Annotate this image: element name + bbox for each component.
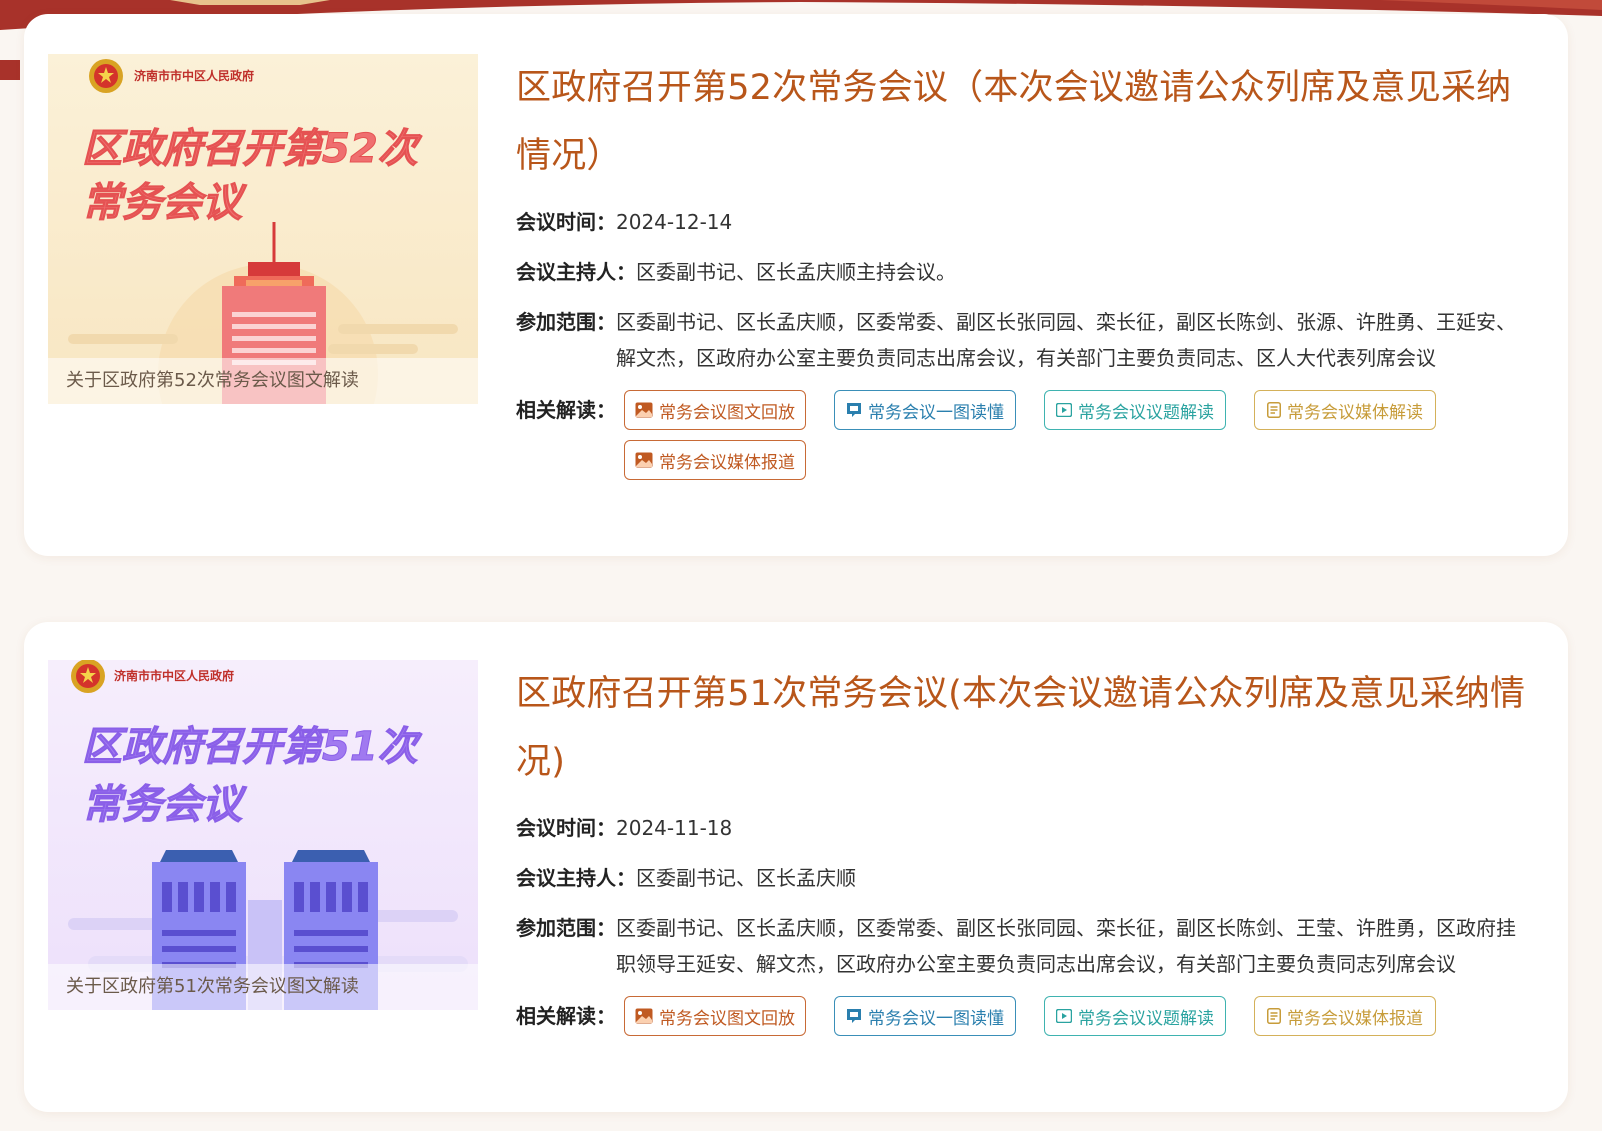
replay-button[interactable]: 常务会议图文回放 [624,390,806,430]
meeting-title-link[interactable]: 区政府召开第51次常务会议(本次会议邀请公众列席及意见采纳情况) [516,660,1546,796]
picture-chat-icon [847,403,861,417]
meeting-host-value: 区委副书记、区长孟庆顺主持会议。 [636,260,956,284]
meeting-title-link[interactable]: 区政府召开第52次常务会议（本次会议邀请公众列席及意见采纳情况） [516,54,1546,190]
related-links-row: 相关解读： 常务会议图文回放 常务会议一图读懂 常务会议议题解读 常务会议媒体报… [516,996,1546,1036]
thumb-headline-line2: 常务会议 [82,180,247,226]
replay-button[interactable]: 常务会议图文回放 [624,996,806,1036]
related-links-label: 相关解读： [516,398,616,422]
meeting-card[interactable]: 济南市市中区人民政府 区政府召开第51次 常务会议 关于区政府第51次常务会议图… [24,622,1568,1112]
media-report-button[interactable]: 常务会议媒体报道 [624,440,806,480]
thumb-headline-line1: 区政府召开第52次 [82,126,423,172]
image-icon [635,402,653,418]
video-icon [1056,1009,1072,1023]
button-label: 常务会议议题解读 [1078,402,1214,423]
meeting-time-label: 会议时间： [516,210,616,234]
meeting-host-label: 会议主持人： [516,866,636,890]
meeting-time-value: 2024-12-14 [616,210,733,234]
button-label: 常务会议图文回放 [659,1008,795,1029]
meeting-host-row: 会议主持人： 区委副书记、区长孟庆顺 [516,860,1546,896]
thumb-caption: 关于区政府第51次常务会议图文解读 [48,964,478,1010]
video-icon [1056,403,1072,417]
meeting-time-row: 会议时间： 2024-12-14 [516,204,1546,240]
image-icon [635,1008,653,1024]
meeting-scope-value: 区委副书记、区长孟庆顺，区委常委、副区长张同园、栾长征，副区长陈剑、王莹、许胜勇… [616,916,1516,976]
image-icon [635,452,653,468]
document-icon [1267,402,1281,418]
button-label: 常务会议图文回放 [659,402,795,423]
infographic-button[interactable]: 常务会议一图读懂 [834,390,1016,430]
related-links-label: 相关解读： [516,1004,616,1028]
button-label: 常务会议媒体报道 [1287,1008,1423,1029]
thumb-headline-line1: 区政府召开第51次 [82,724,423,770]
meeting-scope-row: 参加范围： 区委副书记、区长孟庆顺，区委常委、副区长张同园、栾长征，副区长陈剑、… [516,910,1546,982]
meeting-card[interactable]: 济南市市中区人民政府 区政府召开第52次 常务会议 关于区政府第52次常务会议图… [24,14,1568,556]
document-icon [1267,1008,1281,1024]
media-interpretation-button[interactable]: 常务会议媒体解读 [1254,390,1436,430]
meeting-time-label: 会议时间： [516,816,616,840]
thumb-org-name: 济南市市中区人民政府 [134,68,254,83]
button-label: 常务会议一图读懂 [868,402,1004,423]
thumb-org-name: 济南市市中区人民政府 [114,668,234,683]
meeting-host-label: 会议主持人： [516,260,636,284]
topic-interpretation-button[interactable]: 常务会议议题解读 [1044,390,1226,430]
topic-interpretation-button[interactable]: 常务会议议题解读 [1044,996,1226,1036]
meeting-time-row: 会议时间： 2024-11-18 [516,810,1546,846]
related-links-row: 相关解读： 常务会议图文回放 常务会议一图读懂 常务会议议题解读 常务会议媒体解… [516,390,1546,480]
meeting-time-value: 2024-11-18 [616,816,733,840]
meeting-thumbnail[interactable]: 济南市市中区人民政府 区政府召开第51次 常务会议 关于区政府第51次常务会议图… [48,660,478,1010]
meeting-host-row: 会议主持人： 区委副书记、区长孟庆顺主持会议。 [516,254,1546,290]
button-label: 常务会议一图读懂 [868,1008,1004,1029]
button-label: 常务会议媒体报道 [659,452,795,473]
meeting-scope-value: 区委副书记、区长孟庆顺，区委常委、副区长张同园、栾长征，副区长陈剑、张源、许胜勇… [616,310,1516,370]
media-report-button[interactable]: 常务会议媒体报道 [1254,996,1436,1036]
infographic-button[interactable]: 常务会议一图读懂 [834,996,1016,1036]
button-label: 常务会议媒体解读 [1287,402,1423,423]
meeting-scope-label: 参加范围： [516,916,616,940]
thumb-headline-line2: 常务会议 [82,782,247,828]
button-label: 常务会议议题解读 [1078,1008,1214,1029]
meeting-thumbnail[interactable]: 济南市市中区人民政府 区政府召开第52次 常务会议 关于区政府第52次常务会议图… [48,54,478,404]
meeting-scope-label: 参加范围： [516,310,616,334]
meeting-host-value: 区委副书记、区长孟庆顺 [636,866,856,890]
thumb-caption: 关于区政府第52次常务会议图文解读 [48,358,478,404]
meeting-scope-row: 参加范围： 区委副书记、区长孟庆顺，区委常委、副区长张同园、栾长征，副区长陈剑、… [516,304,1546,376]
picture-chat-icon [847,1009,861,1023]
